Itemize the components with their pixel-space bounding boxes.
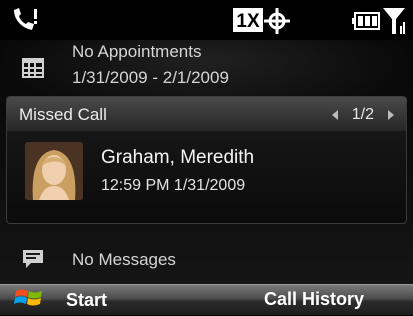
data-1x-icon: 1X [233,8,263,37]
appointments-status[interactable]: No Appointments [72,42,201,62]
call-time: 12:59 PM 1/31/2009 [101,177,246,194]
home-screen: No Appointments 1/31/2009 - 2/1/2009 Mis… [0,40,413,284]
missed-call-title: Missed Call [19,105,107,124]
missed-call-header: Missed Call 1/2 [7,97,406,131]
call-history-button[interactable]: Call History [264,289,364,310]
start-button[interactable]: Start [14,287,107,313]
messages-status[interactable]: No Messages [72,250,176,270]
svg-text:1X: 1X [236,11,260,32]
softkey-bar: Start Call History [0,284,413,315]
appointments-date-range[interactable]: 1/31/2009 - 2/1/2009 [72,68,229,88]
caller-name[interactable]: Graham, Meredith [101,147,254,169]
previous-arrow-icon[interactable] [331,110,338,120]
missed-call-card[interactable]: Missed Call 1/2 Graham, Meredith 12:59 P… [6,96,407,224]
windows-logo-icon [14,285,44,316]
calendar-icon [22,58,44,83]
message-icon [22,248,44,275]
next-arrow-icon[interactable] [388,110,394,120]
phone-missed-call-icon[interactable] [10,6,40,39]
status-bar: 1X [0,0,413,40]
roaming-icon [264,8,290,39]
signal-icon [381,6,407,41]
missed-call-pager: 1/2 [331,105,394,125]
battery-icon [352,12,380,35]
caller-avatar [25,142,83,200]
pager-count: 1/2 [351,106,374,123]
start-label: Start [66,289,108,310]
